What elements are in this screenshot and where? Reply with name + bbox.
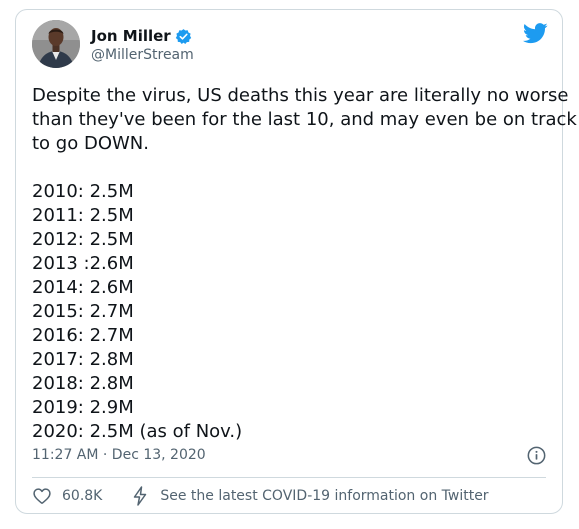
like-count: 60.8K [62,488,103,504]
tweet-text-line: 2019: 2.9M [32,397,134,418]
tweet-text-line: 2014: 2.6M [32,277,134,298]
footer-divider [32,477,546,478]
tweet-text-line: 2018: 2.8M [32,373,134,394]
heart-icon [32,486,52,506]
tweet-text-line: Despite the virus, US deaths this year a… [32,85,569,106]
covid-info-label: See the latest COVID-19 information on T… [160,488,489,504]
twitter-bird-icon[interactable] [522,23,548,44]
info-icon[interactable] [527,446,546,465]
tweet-text: Despite the virus, US deaths this year a… [32,84,577,444]
verified-badge-icon [175,28,192,45]
tweet-timestamp[interactable]: 11:27 AM · Dec 13, 2020 [32,445,206,465]
tweet-text-line: 2010: 2.5M [32,181,134,202]
like-button[interactable]: 60.8K [32,486,102,506]
tweet-text-line: 2017: 2.8M [32,349,134,370]
avatar-photo [32,20,80,68]
tweet-card: Jon Miller @MillerStream Despite the vir… [15,9,577,514]
author-name-row: Jon Miller [91,26,192,46]
tweet-text-line: 2020: 2.5M (as of Nov.) [32,421,243,442]
lightning-bolt-icon [132,486,148,506]
tweet-footer: 60.8K See the latest COVID-19 informatio… [32,485,489,507]
covid-info-link[interactable]: See the latest COVID-19 information on T… [132,486,489,506]
tweet-text-line: to go DOWN. [32,133,149,154]
avatar[interactable] [32,20,80,68]
tweet-text-line: 2012: 2.5M [32,229,134,250]
tweet-text-line: 2015: 2.7M [32,301,134,322]
tweet-text-line: 2011: 2.5M [32,205,134,226]
author-name[interactable]: Jon Miller [91,26,171,46]
author-handle[interactable]: @MillerStream [91,46,194,64]
tweet-text-line: 2013 :2.6M [32,253,134,274]
tweet-text-line: 2016: 2.7M [32,325,134,346]
tweet-text-line: than they've been for the last 10, and m… [32,109,577,130]
